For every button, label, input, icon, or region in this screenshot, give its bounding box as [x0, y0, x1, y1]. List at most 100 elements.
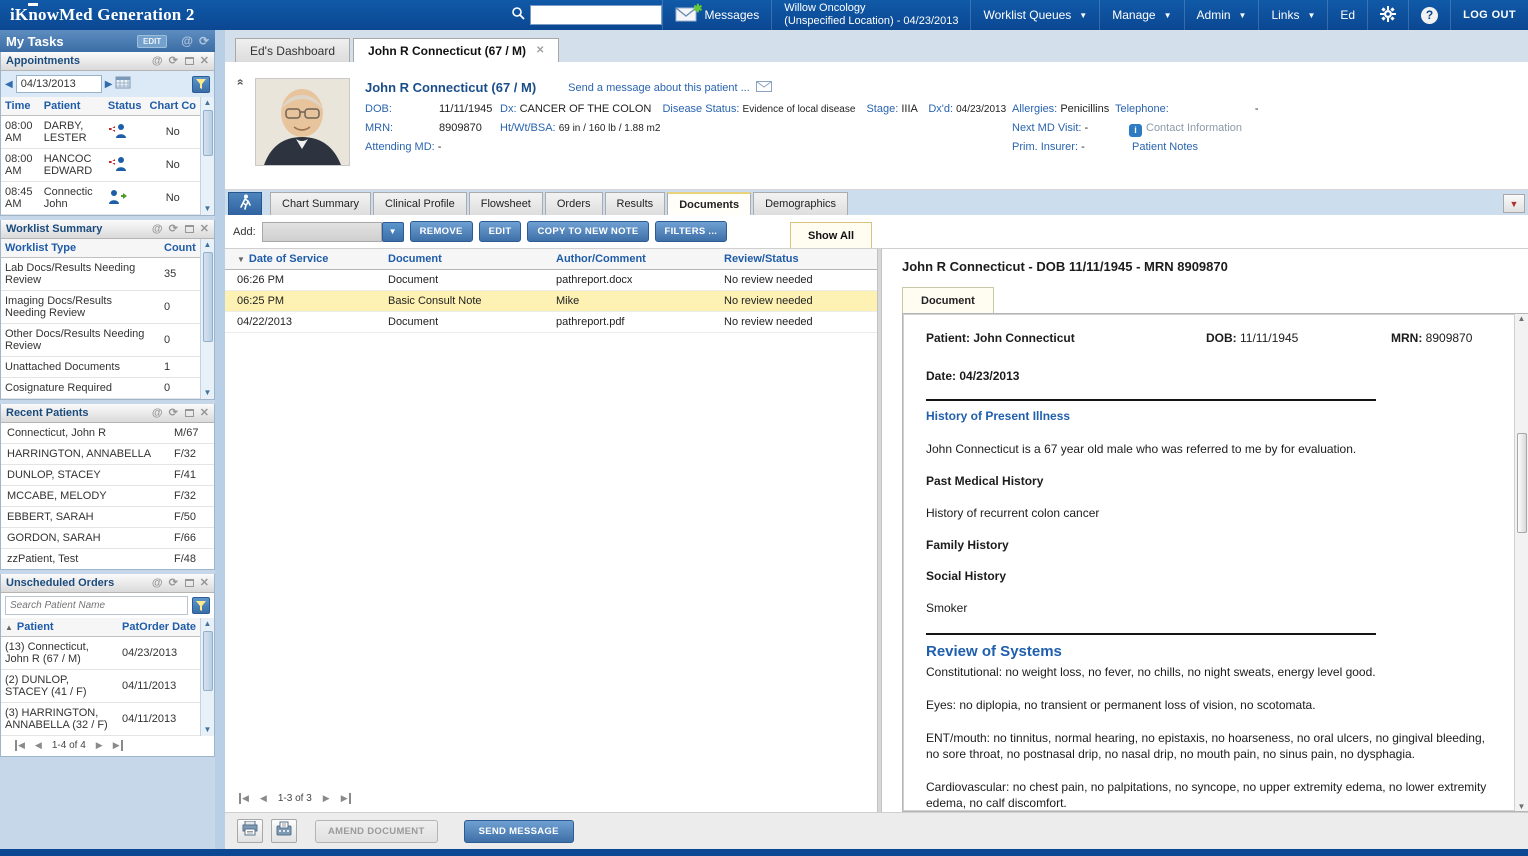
previous-page-icon[interactable]: ◀ — [35, 740, 42, 751]
settings-button[interactable] — [1367, 0, 1408, 30]
recent-patient-row[interactable]: EBBERT, SARAHF/50 — [1, 507, 214, 528]
show-all-tab[interactable]: Show All — [790, 222, 872, 248]
worklist-row[interactable]: Lab Docs/Results Needing Review35 — [1, 258, 200, 291]
help-button[interactable]: ? — [1408, 0, 1450, 30]
close-icon[interactable]: ✕ — [200, 408, 209, 419]
col-time[interactable]: Time — [1, 97, 40, 116]
location-selector[interactable]: Willow Oncology (Unspecified Location) -… — [771, 0, 970, 30]
viewer-scrollbar[interactable]: ▲ ▼ — [1514, 314, 1528, 811]
col-chart-complete[interactable]: Chart Co — [146, 97, 200, 116]
scroll-up-icon[interactable]: ▲ — [1518, 314, 1526, 323]
send-message-button[interactable]: SEND MESSAGE — [464, 820, 574, 843]
filter-button[interactable] — [192, 76, 210, 93]
tab-dashboard[interactable]: Ed's Dashboard — [235, 38, 350, 62]
scroll-up-icon[interactable]: ▲ — [204, 97, 212, 109]
col-status[interactable]: Status — [104, 97, 146, 116]
tab-document[interactable]: Document — [902, 287, 994, 313]
expand-icon[interactable] — [185, 409, 194, 417]
appointment-row[interactable]: 08:45 AM Connectic John No — [1, 182, 200, 215]
tab-patient[interactable]: John R Connecticut (67 / M) ✕ — [353, 38, 559, 62]
tab-demographics[interactable]: Demographics — [753, 192, 848, 215]
menu-worklist-queues[interactable]: Worklist Queues ▼ — [970, 0, 1099, 30]
appointment-date-input[interactable] — [16, 75, 102, 93]
refresh-icon[interactable]: ⟳ — [169, 224, 178, 235]
menu-admin[interactable]: Admin ▼ — [1184, 0, 1259, 30]
tab-orders[interactable]: Orders — [545, 192, 603, 215]
appointments-scrollbar[interactable]: ▲ ▼ — [200, 97, 214, 215]
more-tabs-button[interactable]: ▼ — [1503, 194, 1525, 213]
worklist-row[interactable]: Cosignature Required0 — [1, 378, 200, 399]
first-page-icon[interactable]: ◀ — [15, 740, 25, 751]
panel-settings-icon[interactable]: @ — [152, 578, 163, 589]
last-page-icon[interactable]: ▶ — [113, 740, 123, 751]
col-worklist-type[interactable]: Worklist Type — [1, 239, 160, 258]
recent-patient-row[interactable]: GORDON, SARAHF/66 — [1, 528, 214, 549]
expand-icon[interactable] — [185, 579, 194, 587]
unscheduled-order-row[interactable]: (2) DUNLOP, STACEY (41 / F)04/11/2013 — [1, 670, 200, 703]
close-icon[interactable]: ✕ — [200, 56, 209, 67]
calendar-icon[interactable] — [115, 75, 131, 94]
tab-documents[interactable]: Documents — [667, 192, 751, 215]
add-document-dropdown-button[interactable]: ▼ — [382, 222, 404, 242]
previous-page-icon[interactable]: ◀ — [260, 793, 267, 804]
col-patient[interactable]: Patient — [17, 621, 54, 633]
scroll-up-icon[interactable]: ▲ — [204, 618, 212, 630]
document-row-selected[interactable]: 06:25 PM Basic Consult Note Mike No revi… — [225, 291, 877, 312]
remove-button[interactable]: REMOVE — [410, 221, 473, 242]
collapse-banner-icon[interactable]: » — [232, 81, 246, 86]
edit-tasks-button[interactable]: EDIT — [137, 35, 167, 48]
add-document-select[interactable] — [262, 222, 382, 242]
filter-button[interactable] — [192, 597, 210, 614]
panel-settings-icon[interactable]: @ — [152, 408, 163, 419]
panel-settings-icon[interactable]: @ — [152, 56, 163, 67]
envelope-icon[interactable] — [756, 81, 772, 95]
panel-settings-icon[interactable]: @ — [181, 34, 193, 48]
worklist-row[interactable]: Other Docs/Results Needing Review0 — [1, 324, 200, 357]
menu-user[interactable]: Ed — [1327, 0, 1367, 30]
tab-flowsheet[interactable]: Flowsheet — [469, 192, 543, 215]
expand-icon[interactable] — [185, 225, 194, 233]
scroll-down-icon[interactable]: ▼ — [1518, 802, 1526, 811]
unscheduled-order-row[interactable]: (3) HARRINGTON, ANNABELLA (32 / F)04/11/… — [1, 703, 200, 736]
scroll-down-icon[interactable]: ▼ — [204, 203, 212, 215]
recent-patient-row[interactable]: MCCABE, MELODYF/32 — [1, 486, 214, 507]
recent-patient-row[interactable]: HARRINGTON, ANNABELLAF/32 — [1, 444, 214, 465]
filters-button[interactable]: FILTERS ... — [655, 221, 728, 242]
scroll-up-icon[interactable]: ▲ — [204, 239, 212, 251]
search-input[interactable] — [530, 5, 662, 25]
copy-to-new-note-button[interactable]: COPY TO NEW NOTE — [527, 221, 648, 242]
worklist-scrollbar[interactable]: ▲ ▼ — [200, 239, 214, 399]
col-date-of-service[interactable]: ▼Date of Service — [225, 253, 388, 265]
scroll-down-icon[interactable]: ▼ — [204, 724, 212, 736]
menu-links[interactable]: Links ▼ — [1258, 0, 1327, 30]
col-document[interactable]: Document — [388, 253, 556, 265]
recent-patient-row[interactable]: zzPatient, TestF/48 — [1, 549, 214, 569]
close-tab-icon[interactable]: ✕ — [536, 45, 544, 56]
col-author-comment[interactable]: Author/Comment — [556, 253, 724, 265]
recent-patient-row[interactable]: DUNLOP, STACEYF/41 — [1, 465, 214, 486]
next-day-icon[interactable]: ▶ — [105, 79, 113, 90]
print-button[interactable] — [237, 819, 263, 843]
last-page-icon[interactable]: ▶ — [341, 793, 351, 804]
appointment-row[interactable]: 08:00 AM DARBY, LESTER No — [1, 116, 200, 149]
unscheduled-orders-scrollbar[interactable]: ▲ ▼ — [200, 618, 214, 736]
col-count[interactable]: Count — [160, 239, 200, 258]
close-icon[interactable]: ✕ — [200, 578, 209, 589]
logout-button[interactable]: LOG OUT — [1450, 0, 1528, 30]
next-page-icon[interactable]: ▶ — [96, 740, 103, 751]
document-row[interactable]: 06:26 PM Document pathreport.docx No rev… — [225, 270, 877, 291]
tab-chart-summary[interactable]: Chart Summary — [270, 192, 371, 215]
refresh-icon[interactable]: ⟳ — [169, 408, 178, 419]
tab-clinical-profile[interactable]: Clinical Profile — [373, 192, 467, 215]
patient-search-input[interactable] — [5, 596, 188, 615]
worklist-row[interactable]: Imaging Docs/Results Needing Review0 — [1, 291, 200, 324]
col-review-status[interactable]: Review/Status — [724, 253, 877, 265]
messages-button[interactable]: ✱ Messages — [662, 0, 772, 30]
previous-day-icon[interactable]: ◀ — [5, 79, 13, 90]
contact-information-link[interactable]: Contact Information — [1146, 122, 1242, 134]
document-row[interactable]: 04/22/2013 Document pathreport.pdf No re… — [225, 312, 877, 333]
col-patorder-date[interactable]: PatOrder Date — [118, 618, 200, 637]
expand-icon[interactable] — [185, 57, 194, 65]
quick-action-tab[interactable] — [228, 192, 262, 215]
worklist-row[interactable]: Unattached Documents1 — [1, 357, 200, 378]
